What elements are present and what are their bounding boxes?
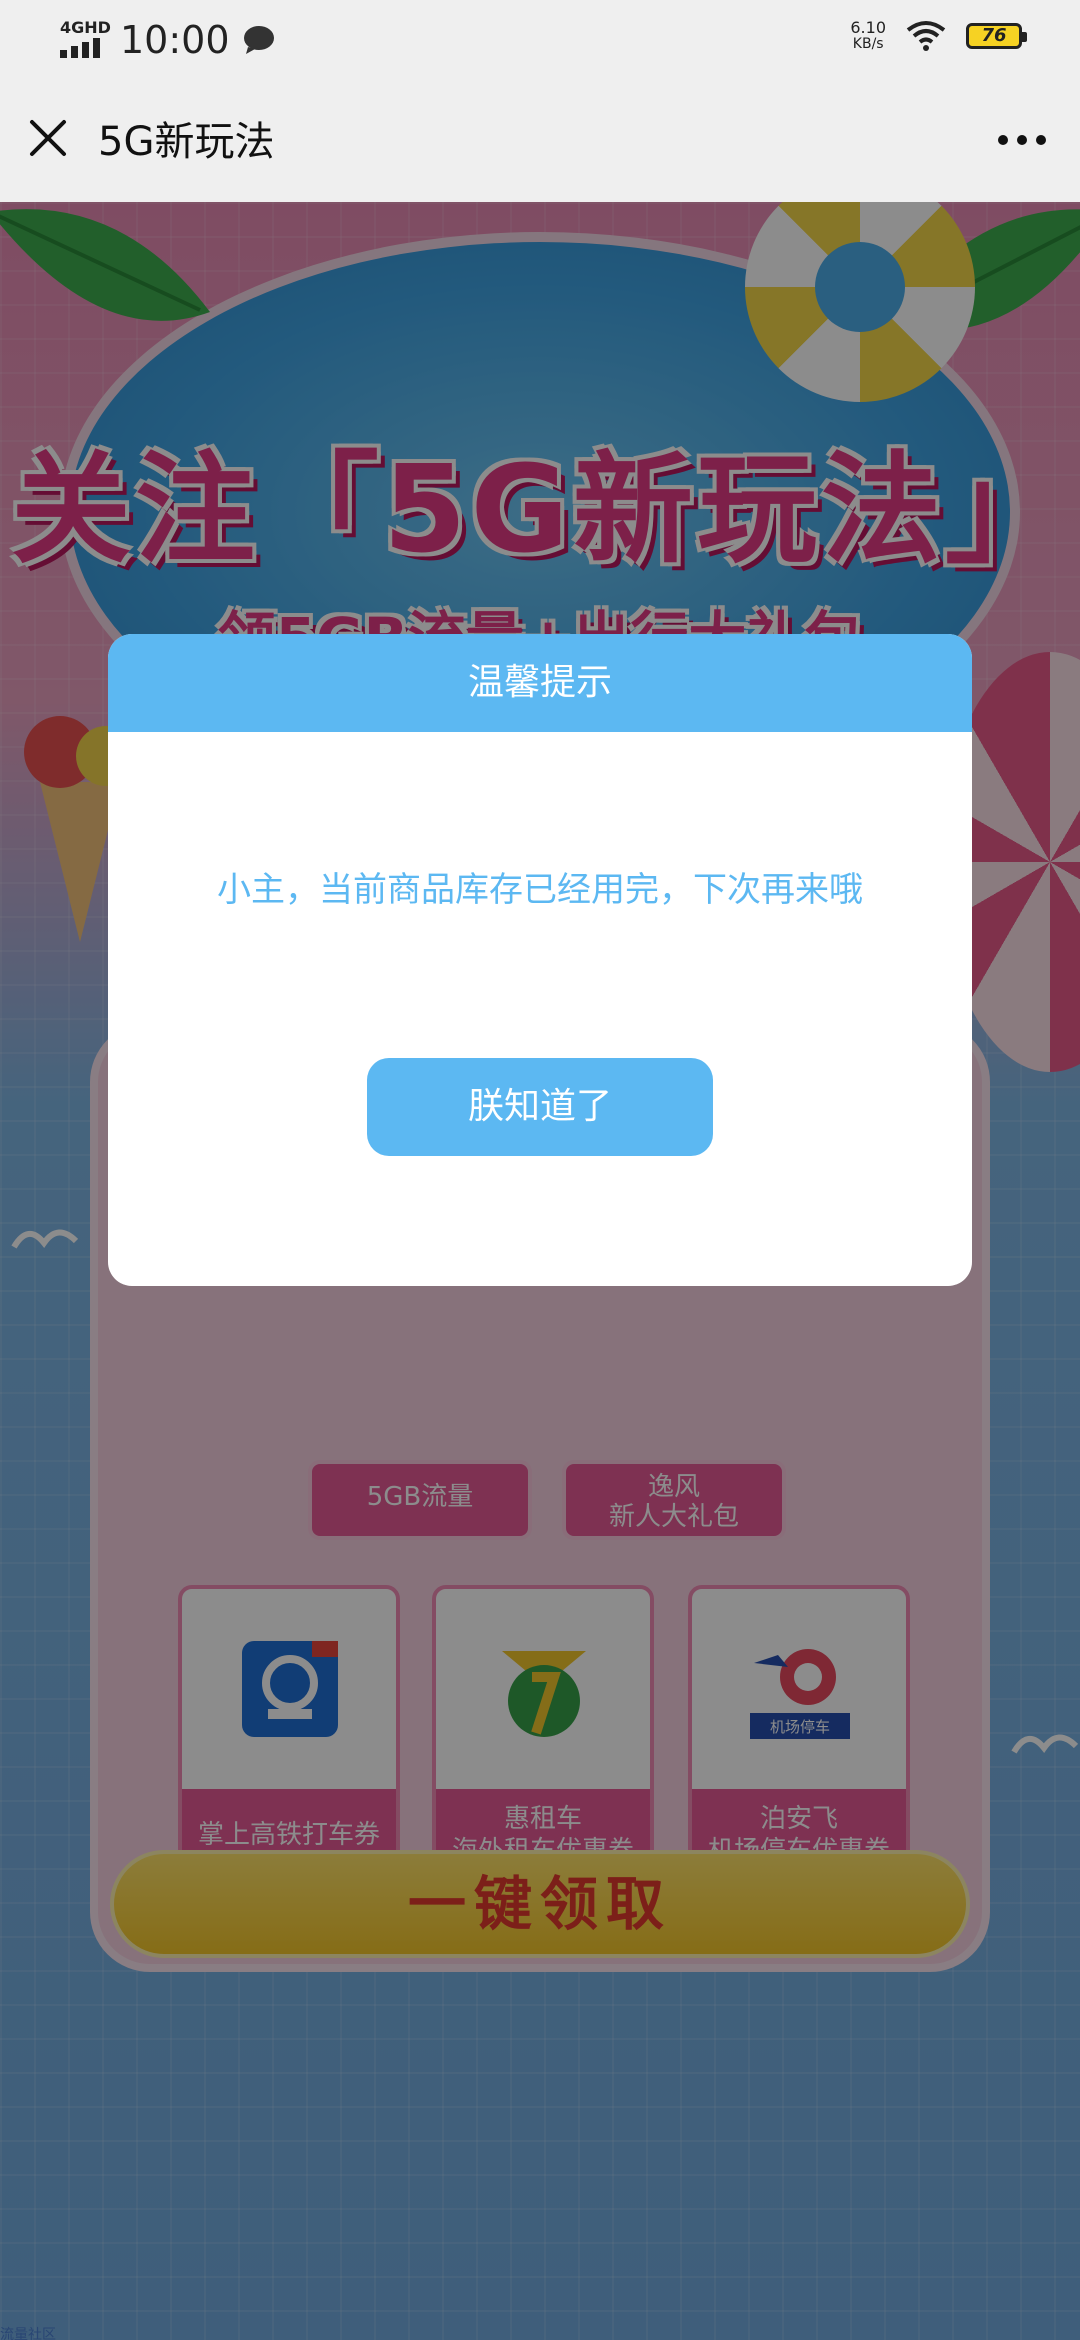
status-left: 4GHD 10:00 — [58, 18, 276, 62]
page-title: 5G新玩法 — [98, 119, 275, 165]
more-dot-icon — [1036, 135, 1046, 145]
dialog-title: 温馨提示 — [108, 634, 972, 732]
close-icon[interactable] — [22, 112, 74, 164]
notice-dialog: 温馨提示 小主，当前商品库存已经用完，下次再来哦 朕知道了 — [108, 634, 972, 1286]
dialog-confirm-button[interactable]: 朕知道了 — [367, 1058, 713, 1156]
status-right: 6.10 KB/s 76 — [850, 18, 1027, 53]
more-dot-icon — [998, 135, 1008, 145]
speed-unit: KB/s — [852, 36, 884, 52]
wifi-icon — [906, 21, 946, 51]
battery-level: 76 — [981, 25, 1007, 46]
more-dot-icon — [1017, 135, 1027, 145]
speed-value: 6.10 — [850, 18, 886, 37]
status-bar: 4GHD 10:00 6.10 KB/s 76 — [0, 0, 1080, 84]
message-icon — [243, 26, 274, 54]
more-options-button[interactable] — [990, 120, 1054, 160]
battery-icon: 76 — [966, 23, 1027, 49]
clock: 10:00 — [120, 18, 230, 62]
signal-icon: 4GHD — [58, 18, 111, 62]
dialog-message: 小主，当前商品库存已经用完，下次再来哦 — [217, 870, 863, 910]
network-speed: 6.10 KB/s — [850, 18, 886, 53]
title-bar: 5G新玩法 — [0, 84, 1080, 202]
network-type: 4GHD — [60, 18, 111, 37]
